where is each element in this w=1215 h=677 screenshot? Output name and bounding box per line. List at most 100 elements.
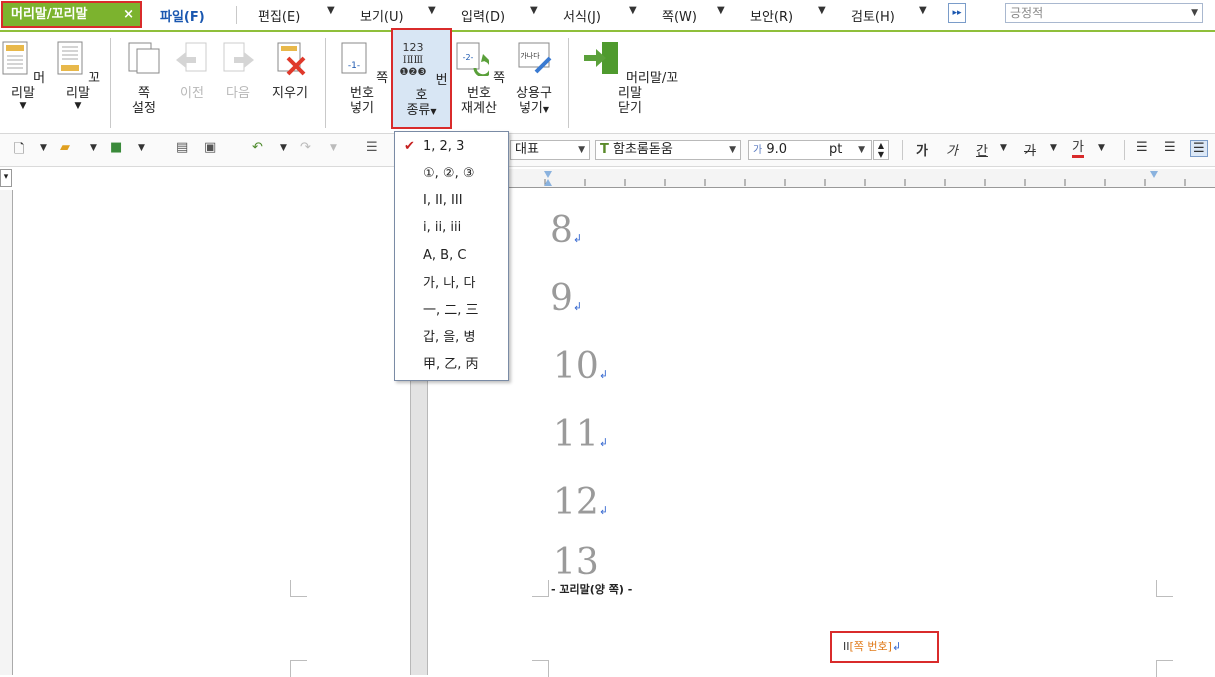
delete-button[interactable]: 지우기 <box>264 40 316 101</box>
menu-separator <box>236 6 237 24</box>
paragraph-mark-icon: ↲ <box>598 436 609 449</box>
chevron-down-icon[interactable]: ▼ <box>729 141 736 159</box>
document-line[interactable]: 11↲ <box>553 414 608 455</box>
new-document-icon[interactable]: 🗋 <box>14 140 24 162</box>
save-icon[interactable]: ■ <box>110 140 122 155</box>
number-type-option-label: 甲, 乙, 丙 <box>423 357 479 372</box>
chevron-down-icon[interactable]: ▼ <box>530 5 538 16</box>
open-folder-icon[interactable]: ▰ <box>60 140 70 155</box>
chevron-down-icon[interactable]: ▼ <box>0 101 46 111</box>
toolbar-separator <box>902 140 903 160</box>
prev-button[interactable]: 이전 <box>172 40 212 101</box>
close-header-footer-label-2: 닫기 <box>618 101 642 116</box>
number-type-option-label: 갑, 을, 병 <box>423 330 476 345</box>
font-size-spinner[interactable]: ▲ ▼ <box>873 140 889 160</box>
chevron-down-icon[interactable]: ▼ <box>1000 143 1007 153</box>
strikethrough-button[interactable]: 가 <box>1024 140 1036 159</box>
number-type-option[interactable]: 甲, 乙, 丙 <box>395 351 508 378</box>
menu-format[interactable]: 서식(J) <box>563 6 601 25</box>
page-number-field[interactable]: II[쪽 번호]↲ <box>830 631 939 663</box>
chevron-down-icon[interactable]: ▼ <box>90 143 97 153</box>
document-line-text: 10 <box>553 346 599 387</box>
menu-security[interactable]: 보안(R) <box>750 6 793 25</box>
renumber-button[interactable]: -2- 쪽 번호 재계산 <box>452 40 506 116</box>
menu-view[interactable]: 보기(U) <box>360 6 404 25</box>
chevron-down-icon[interactable]: ▼ <box>919 5 927 16</box>
font-dropdown-value: 함초롬돋움 <box>613 142 673 157</box>
number-type-option[interactable]: 갑, 을, 병 <box>395 324 508 351</box>
chevron-down-icon[interactable]: ▼ <box>1050 143 1057 153</box>
menu-edit[interactable]: 편집(E) <box>258 6 300 25</box>
chevron-down-icon[interactable]: ▼ <box>327 5 335 16</box>
bold-button[interactable]: 가 <box>916 140 928 159</box>
insert-phrase-button[interactable]: 가나다 상용구 넣기▼ <box>508 40 560 117</box>
redo-icon[interactable]: ↷ <box>300 140 311 155</box>
header-footer-context-tab[interactable]: 머리말/꼬리말 × <box>1 1 142 28</box>
document-line[interactable]: 12↲ <box>553 482 608 523</box>
chevron-down-icon[interactable]: ▼ <box>428 5 436 16</box>
chevron-down-icon[interactable]: ▼ <box>40 143 47 153</box>
number-type-option[interactable]: i, ii, iii <box>395 214 508 241</box>
undo-icon[interactable]: ↶ <box>252 140 263 155</box>
number-type-option[interactable]: 가, 나, 다 <box>395 270 508 297</box>
document-line-text: 11 <box>553 414 599 455</box>
menu-page[interactable]: 쪽(W) <box>662 6 697 25</box>
document-line[interactable]: 8↲ <box>550 210 582 251</box>
chevron-down-icon[interactable]: ▼ <box>858 141 865 159</box>
number-type-option[interactable]: I, II, III <box>395 187 508 214</box>
number-type-label-2: 종류 <box>406 103 431 118</box>
close-icon[interactable]: × <box>123 3 134 26</box>
underline-button[interactable]: 간 <box>976 140 988 159</box>
chevron-down-icon[interactable]: ▼ <box>1191 4 1198 22</box>
style-select[interactable]: 긍정적 ▼ <box>1005 3 1203 23</box>
number-type-button[interactable]: 123 ⅠⅡⅢ ❶❷❸ 번호 종류▼ <box>391 28 452 129</box>
italic-button[interactable]: 가 <box>946 140 958 159</box>
chevron-down-icon[interactable]: ▼ <box>1098 143 1105 153</box>
footer-button[interactable]: 꼬리말 ▼ <box>54 40 102 111</box>
insert-page-number-button[interactable]: -1- 쪽 번호 넣기 <box>334 40 390 116</box>
font-dropdown[interactable]: T 함초롬돋움 ▼ <box>595 140 741 160</box>
next-button[interactable]: 다음 <box>218 40 258 101</box>
chevron-down-icon[interactable]: ▼ <box>578 141 585 159</box>
document-line[interactable]: 13 <box>553 542 599 578</box>
number-type-option[interactable]: ✔ 1, 2, 3 <box>395 133 508 160</box>
align-center-icon[interactable]: ☰ <box>1190 140 1208 157</box>
paragraph-mark-icon: ↲ <box>598 368 609 381</box>
chevron-down-icon[interactable]: ▼ <box>54 101 102 111</box>
align-justify-icon[interactable]: ☰ <box>1136 140 1148 155</box>
document-line[interactable]: 9↲ <box>550 278 582 319</box>
chevron-down-icon[interactable]: ▼ <box>430 107 436 116</box>
chevron-down-icon[interactable]: ▼ <box>629 5 637 16</box>
chevron-down-icon[interactable]: ▼ <box>330 143 337 153</box>
number-type-menu: ✔ 1, 2, 3 ①, ②, ③ I, II, III i, ii, iii … <box>394 131 509 381</box>
print-icon[interactable]: ▤ <box>176 140 188 155</box>
paragraph-shape-icon[interactable]: ☰ <box>366 140 378 155</box>
close-header-footer-button[interactable]: 머리말/꼬리말 닫기 <box>578 40 682 116</box>
font-color-button[interactable]: 가 <box>1072 140 1084 158</box>
checkmark-icon: ✔ <box>404 139 415 154</box>
style-dropdown[interactable]: 대표 ▼ <box>510 140 590 160</box>
font-size-field[interactable]: 가 9.0 pt ▼ <box>748 140 872 160</box>
document-line[interactable]: 10↲ <box>553 346 608 387</box>
chevron-down-icon[interactable]: ▼ <box>138 143 145 153</box>
vertical-ruler[interactable] <box>0 190 13 675</box>
menu-review[interactable]: 검토(H) <box>851 6 895 25</box>
more-menu-icon[interactable]: ▸▸ <box>948 3 966 23</box>
header-button[interactable]: 머리말 ▼ <box>0 40 46 111</box>
chevron-down-icon[interactable]: ▼ <box>543 105 549 114</box>
exit-door-icon <box>583 42 618 74</box>
number-type-option[interactable]: ①, ②, ③ <box>395 160 508 187</box>
chevron-down-icon[interactable]: ▼ <box>717 5 725 16</box>
chevron-down-icon[interactable]: ▼ <box>818 5 826 16</box>
align-left-icon[interactable]: ☰ <box>1164 140 1176 155</box>
arrow-right-icon <box>223 42 254 72</box>
menu-input[interactable]: 입력(D) <box>461 6 505 25</box>
chevron-down-icon[interactable]: ▼ <box>280 143 287 153</box>
page-setup-button[interactable]: 쪽 설정 <box>122 40 166 116</box>
menu-file[interactable]: 파일(F) <box>160 6 205 25</box>
print-preview-icon[interactable]: ▣ <box>204 140 216 155</box>
ruler-corner-button[interactable]: ▾ <box>0 169 12 187</box>
number-type-option[interactable]: A, B, C <box>395 242 508 269</box>
horizontal-ruler[interactable] <box>410 169 1215 188</box>
number-type-option[interactable]: 一, 二, 三 <box>395 297 508 324</box>
